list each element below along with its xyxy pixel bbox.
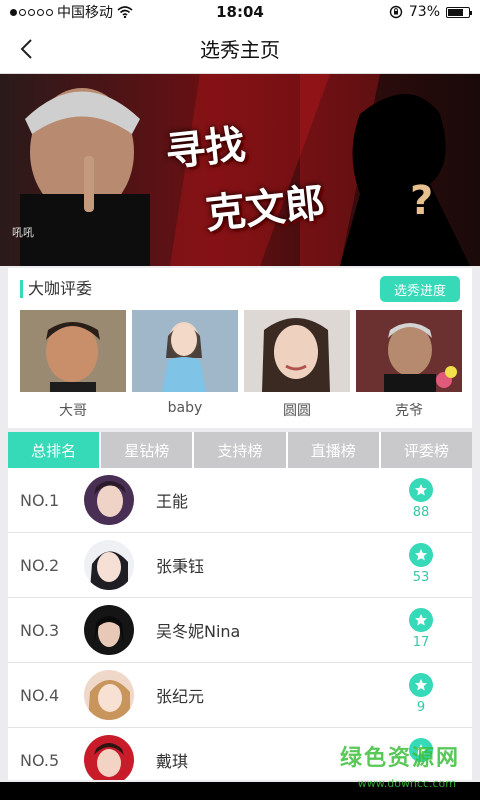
banner-title-line1: 寻找 (163, 121, 248, 177)
status-right: 73% (290, 4, 472, 20)
watermark: 绿色资源网 (339, 746, 460, 771)
status-bar: 中国移动 18:04 73% (0, 0, 480, 24)
ranking-tabs: 总排名 星钻榜 支持榜 直播榜 评委榜 (8, 432, 473, 468)
avatar (84, 735, 134, 780)
signal-icon (10, 8, 53, 16)
nav-bar: 选秀主页 (0, 24, 480, 74)
judge-card[interactable]: 克爷 (356, 310, 462, 420)
judge-card[interactable]: 圆圆 (244, 310, 350, 420)
avatar (84, 605, 134, 655)
score-value: 17 (412, 635, 430, 650)
rotation-lock-icon (389, 5, 403, 19)
avatar (84, 670, 134, 720)
watermark-url: www.downcc.com (357, 777, 456, 790)
rank-number: NO.1 (20, 490, 60, 510)
tab-live[interactable]: 直播榜 (287, 432, 379, 468)
judge-name: 圆圆 (283, 403, 311, 419)
tab-total-ranking[interactable]: 总排名 (8, 432, 100, 468)
judge-card[interactable]: baby (132, 310, 238, 420)
tab-star-diamond[interactable]: 星钻榜 (101, 432, 193, 468)
judge-photo (356, 310, 462, 392)
progress-button[interactable]: 选秀进度 (380, 276, 460, 302)
judge-photo (132, 310, 238, 392)
table-row[interactable]: NO.4 张纪元 9 (8, 663, 472, 728)
wifi-icon (117, 6, 133, 18)
star-icon (409, 608, 433, 632)
judges-title: 大咖评委 (20, 280, 92, 298)
svg-text:?: ? (410, 178, 433, 224)
score[interactable]: 17 (408, 608, 434, 650)
table-row[interactable]: NO.1 王能 88 (8, 468, 472, 533)
score[interactable]: 88 (408, 478, 434, 520)
banner-caption: 吼吼 (12, 226, 34, 239)
rank-number: NO.4 (20, 685, 60, 705)
judges-header: 大咖评委 选秀进度 (8, 268, 472, 310)
star-icon (409, 478, 433, 502)
table-row[interactable]: NO.2 张秉钰 53 (8, 533, 472, 598)
star-icon (409, 543, 433, 567)
battery-icon (446, 6, 472, 18)
tab-judges[interactable]: 评委榜 (380, 432, 473, 468)
score-value: 9 (416, 700, 426, 715)
page-title: 选秀主页 (200, 38, 280, 62)
rank-number: NO.3 (20, 620, 60, 640)
judge-list: 大哥 baby 圆圆 克爷 (8, 310, 472, 420)
status-left: 中国移动 (10, 2, 190, 22)
carrier-label: 中国移动 (57, 5, 113, 21)
rank-number: NO.5 (20, 750, 60, 770)
score[interactable]: 53 (408, 543, 434, 585)
score-value: 88 (412, 505, 430, 520)
judge-name: 克爷 (395, 403, 423, 419)
table-row[interactable]: NO.3 吴冬妮Nina 17 (8, 598, 472, 663)
score[interactable]: 9 (408, 673, 434, 715)
score-value: 53 (412, 570, 430, 585)
avatar (84, 475, 134, 525)
chevron-left-icon[interactable] (14, 36, 38, 62)
promo-banner[interactable]: ? 寻找 克文郎 吼吼 (0, 74, 480, 266)
judge-photo (244, 310, 350, 392)
rank-number: NO.2 (20, 555, 60, 575)
judge-photo (20, 310, 126, 392)
judge-name: 大哥 (59, 403, 87, 419)
judge-card[interactable]: 大哥 (20, 310, 126, 420)
judge-name: baby (167, 400, 203, 416)
tab-support[interactable]: 支持榜 (194, 432, 286, 468)
avatar (84, 540, 134, 590)
status-time: 18:04 (216, 3, 264, 21)
battery-percent: 73% (408, 4, 440, 20)
ranking-list: NO.1 王能 88 NO.2 张秉钰 53 NO.3 吴冬妮Nina 17 N… (8, 468, 472, 780)
judges-section: 大咖评委 选秀进度 大哥 baby 圆圆 克爷 (8, 268, 472, 428)
star-icon (409, 673, 433, 697)
